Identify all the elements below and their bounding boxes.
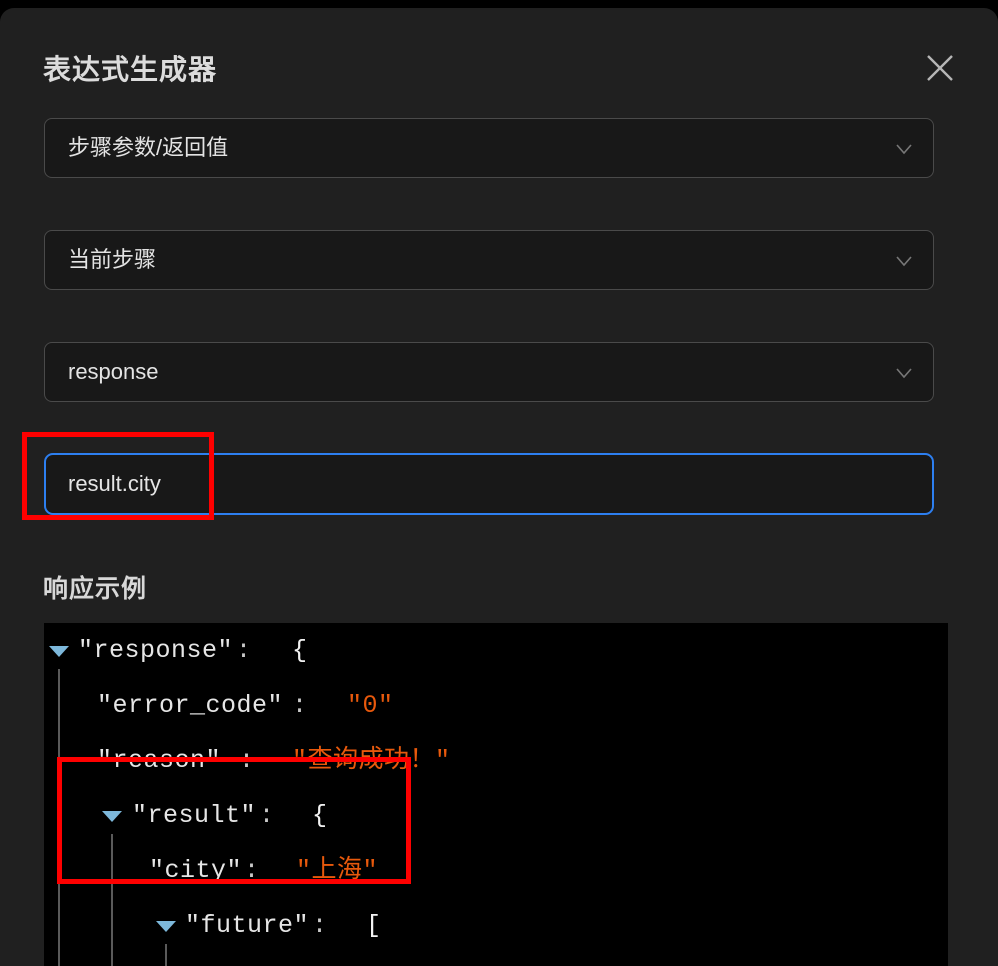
page-title: 表达式生成器 [43, 54, 218, 85]
json-value: "0" [347, 691, 394, 720]
json-key: "result" [132, 801, 257, 830]
json-brace: { [312, 801, 328, 830]
chevron-down-icon [893, 362, 915, 384]
json-punct: : [292, 691, 308, 720]
chevron-down-icon[interactable] [49, 646, 69, 657]
json-row[interactable]: 0 : { [44, 953, 948, 966]
json-row[interactable]: "city" : "上海" [44, 843, 948, 898]
json-response-viewer[interactable]: "response" : { "error_code" : "0" "reaso… [44, 623, 948, 966]
json-row[interactable]: "reason" : "查询成功！" [44, 733, 948, 788]
json-punct: : [239, 746, 255, 775]
chevron-down-icon [893, 138, 915, 160]
select-step-label: 当前步骤 [68, 247, 157, 272]
chevron-down-icon[interactable] [102, 811, 122, 822]
json-key: "response" [78, 636, 234, 665]
select-field[interactable]: response [44, 342, 934, 402]
json-row[interactable]: "response" : { [44, 623, 948, 678]
response-example-label: 响应示例 [43, 575, 148, 603]
json-value: "查询成功！" [292, 746, 451, 775]
json-punct: : [268, 953, 284, 966]
select-field-label: response [68, 359, 159, 384]
chevron-down-icon[interactable] [156, 921, 176, 932]
json-punct: : [244, 856, 260, 885]
chevron-down-icon [893, 250, 915, 272]
json-row[interactable]: "result" : { [44, 788, 948, 843]
screen-root: 表达式生成器 步骤参数/返回值 当前步骤 response result.cit… [0, 0, 998, 966]
expression-input-value: result.city [68, 471, 161, 496]
select-step[interactable]: 当前步骤 [44, 230, 934, 290]
dialog-header: 表达式生成器 [0, 8, 998, 108]
json-row[interactable]: "error_code" : "0" [44, 678, 948, 733]
select-param-source-label: 步骤参数/返回值 [68, 135, 229, 160]
close-icon[interactable] [922, 50, 958, 86]
json-key: "city" [149, 856, 243, 885]
expression-input[interactable]: result.city [44, 453, 934, 515]
select-param-source[interactable]: 步骤参数/返回值 [44, 118, 934, 178]
json-brace: { [322, 953, 338, 966]
json-key: "reason" [97, 746, 222, 775]
json-index: 0 [240, 953, 256, 966]
json-punct: : [236, 636, 252, 665]
json-brace: { [292, 636, 308, 665]
json-punct: : [259, 801, 275, 830]
expression-builder-dialog: 表达式生成器 步骤参数/返回值 当前步骤 response result.cit… [0, 8, 998, 966]
json-value: "上海" [296, 856, 379, 885]
json-punct: : [312, 911, 328, 940]
json-key: "future" [185, 911, 310, 940]
json-row[interactable]: "future" : [ [44, 898, 948, 953]
json-key: "error_code" [97, 691, 284, 720]
json-brace: [ [366, 911, 382, 940]
